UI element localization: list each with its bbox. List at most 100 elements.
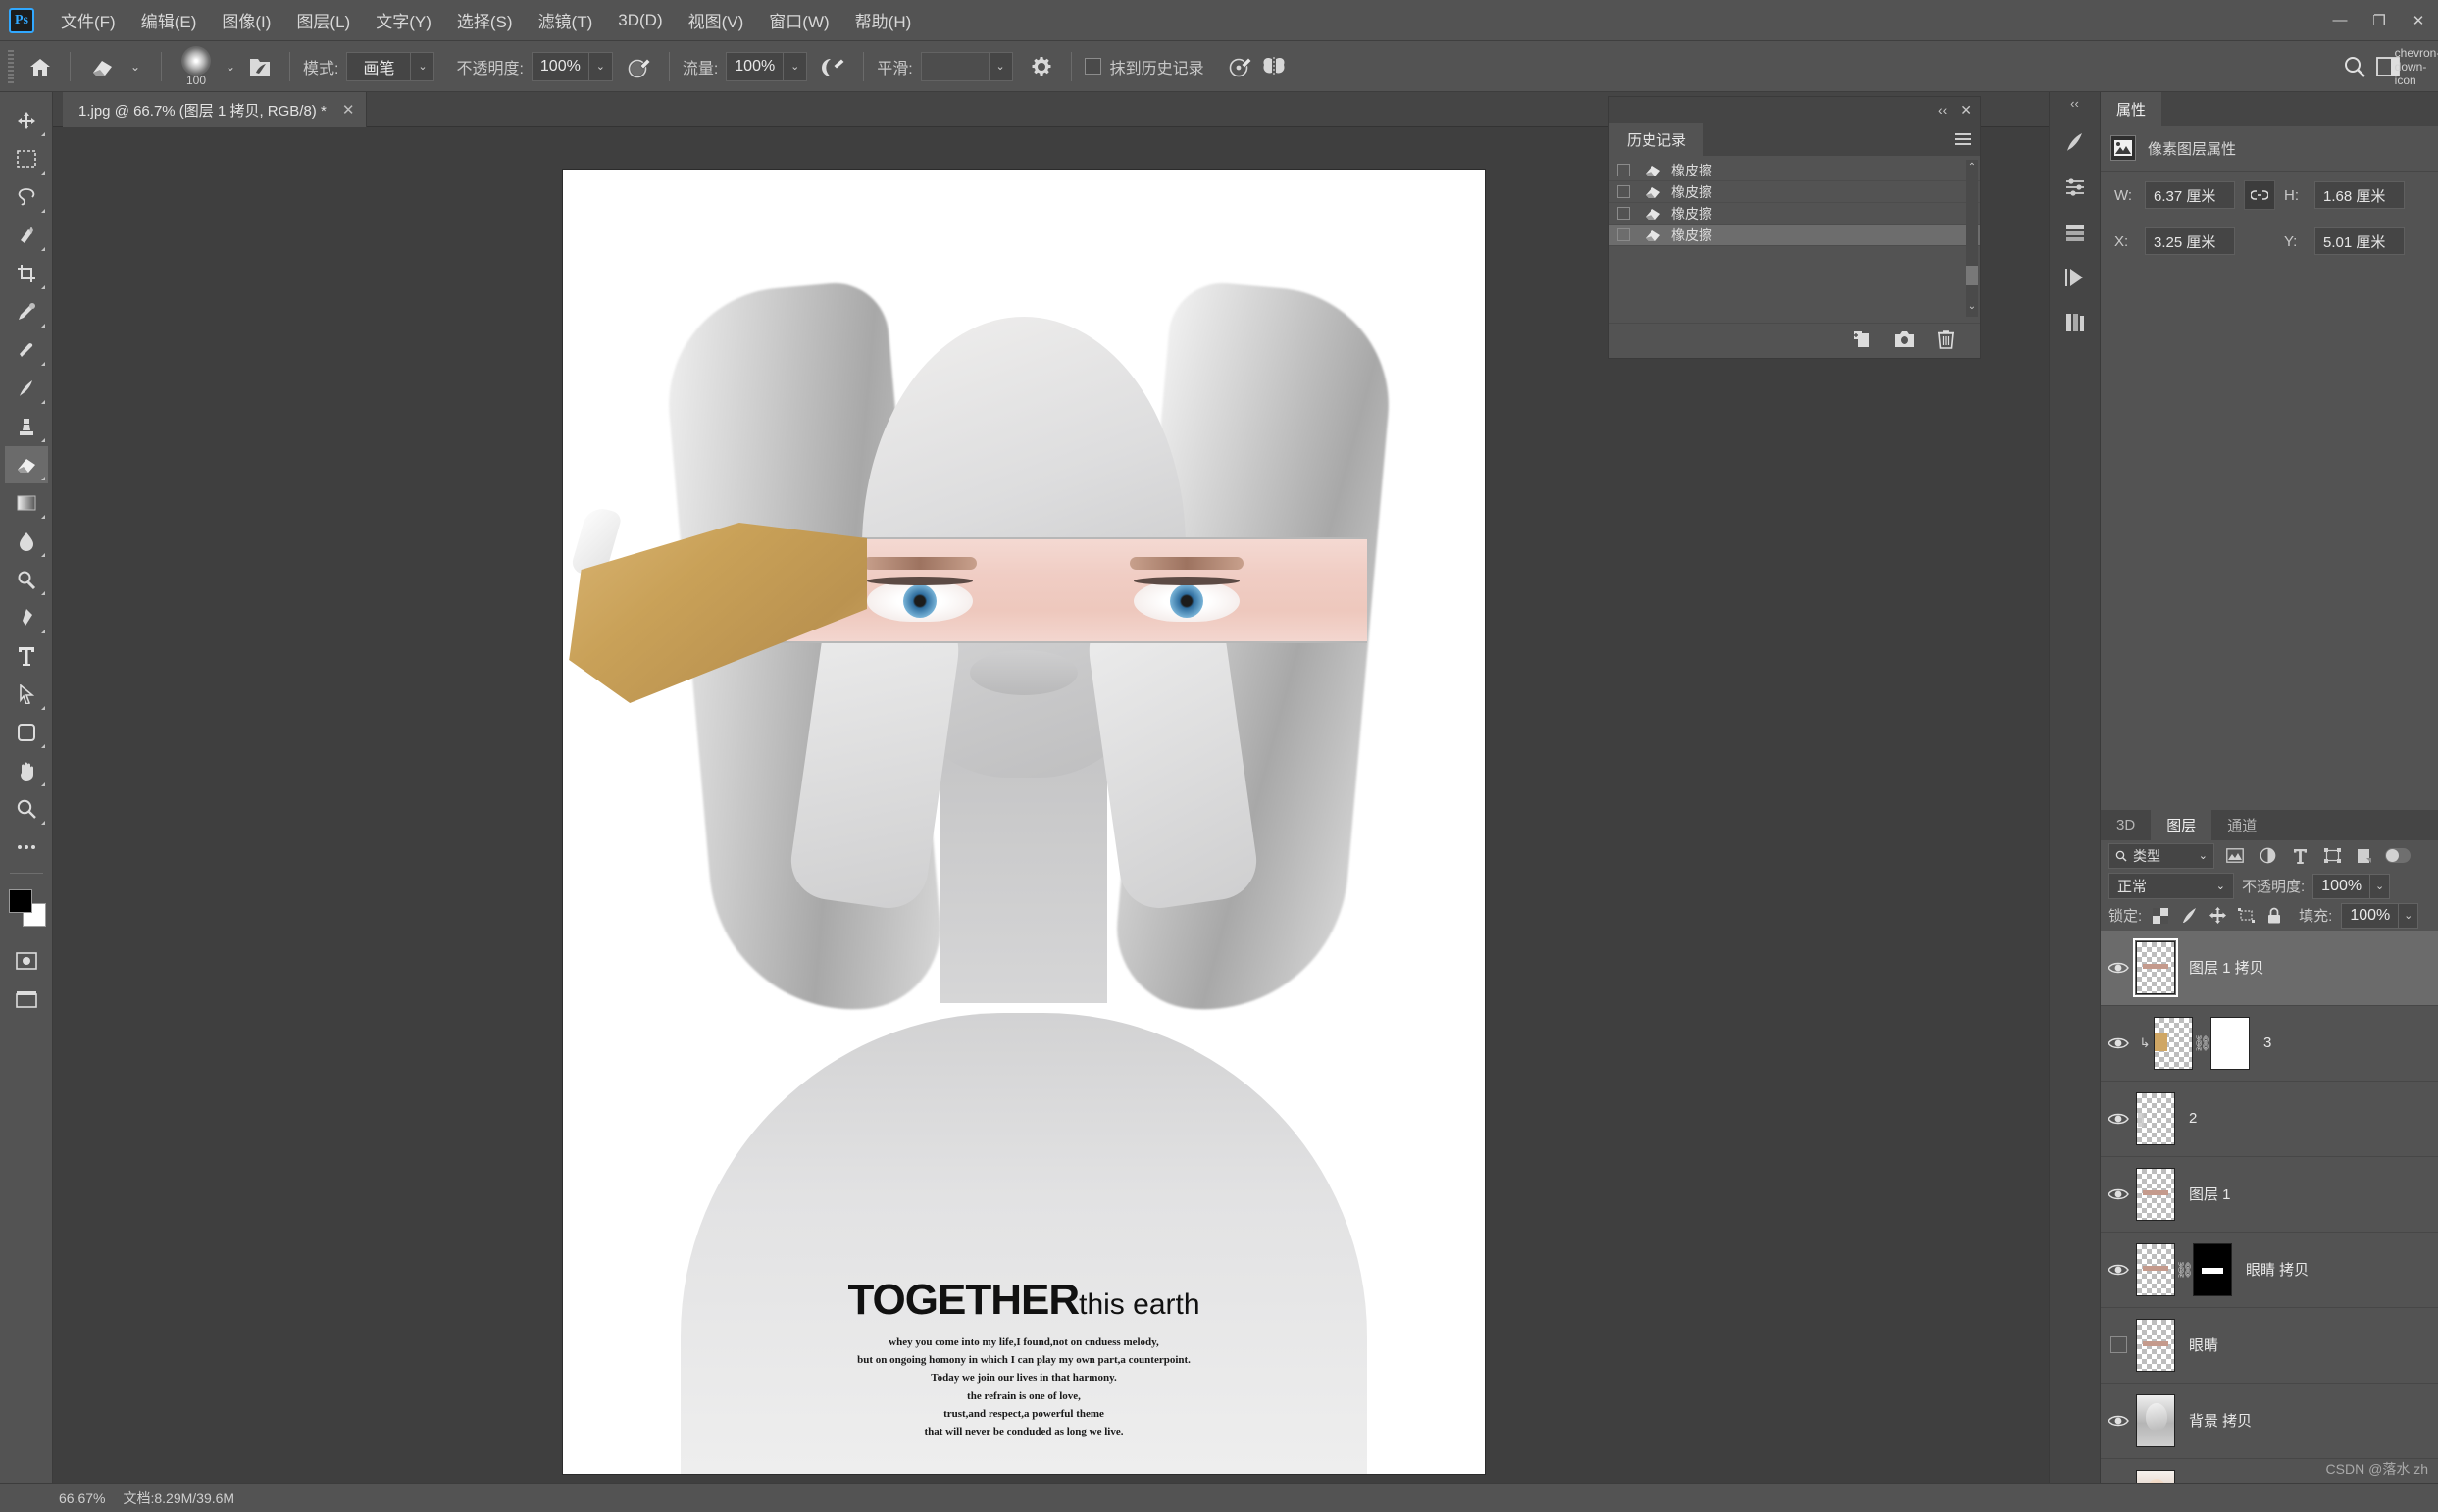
menu-file[interactable]: 文件(F) <box>48 4 128 36</box>
collapse-icon[interactable]: ‹‹ <box>1938 102 1947 118</box>
symmetry-butterfly-icon[interactable] <box>1257 50 1291 83</box>
smart-object-filter-icon[interactable] <box>2353 844 2376 868</box>
brush-settings-panel-icon[interactable] <box>243 50 277 83</box>
flow-input[interactable]: 100% ⌄ <box>726 52 807 81</box>
adjustments-icon[interactable] <box>2056 168 2095 207</box>
quick-select-tool[interactable] <box>5 217 48 254</box>
layer-row[interactable]: 图层 1 拷贝 <box>2101 931 2438 1006</box>
lock-artboard-icon[interactable] <box>2236 906 2256 926</box>
scroll-up-icon[interactable]: ⌃ <box>1966 162 1978 173</box>
layer-name[interactable]: 图层 1 <box>2189 1184 2231 1204</box>
lasso-tool[interactable] <box>5 178 48 216</box>
filter-type-select[interactable]: 类型 ⌄ <box>2108 843 2214 869</box>
layer-visibility-toggle[interactable] <box>2101 1336 2136 1353</box>
menu-image[interactable]: 图像(I) <box>209 4 283 36</box>
mode-chevron-down-icon[interactable]: ⌄ <box>411 52 434 81</box>
layer-mask-thumbnail[interactable] <box>2193 1243 2232 1296</box>
eraser-preset-chevron-down-icon[interactable]: ⌄ <box>123 52 148 81</box>
artboard[interactable]: TOGETHERthis earth whey you come into my… <box>563 170 1485 1474</box>
restore-button[interactable]: ❐ <box>2360 4 2399 37</box>
screen-mode-icon[interactable] <box>5 981 48 1018</box>
history-snapshot-checkbox[interactable] <box>1617 207 1630 220</box>
menu-window[interactable]: 窗口(W) <box>756 4 841 36</box>
lock-position-icon[interactable] <box>2208 906 2227 926</box>
options-bar-grip[interactable] <box>6 50 16 83</box>
history-snapshot-checkbox[interactable] <box>1617 228 1630 241</box>
history-row[interactable]: 橡皮擦 <box>1609 181 1980 203</box>
clone-stamp-tool[interactable] <box>5 408 48 445</box>
menu-view[interactable]: 视图(V) <box>676 4 757 36</box>
opacity-input[interactable]: 100% ⌄ <box>532 52 613 81</box>
crop-tool[interactable] <box>5 255 48 292</box>
marquee-tool[interactable] <box>5 140 48 177</box>
layer-opacity-value[interactable]: 100% <box>2312 874 2370 899</box>
layer-row[interactable]: 眼睛 <box>2101 1308 2438 1384</box>
layer-thumbnail[interactable] <box>2136 1319 2175 1372</box>
type-tool[interactable] <box>5 637 48 675</box>
double-chevron-icon[interactable]: ‹‹ <box>2070 96 2079 111</box>
layer-thumbnail[interactable] <box>2136 941 2175 994</box>
height-input[interactable]: 1.68 厘米 <box>2314 181 2405 209</box>
smoothing-value[interactable] <box>921 52 990 81</box>
scroll-down-icon[interactable]: ⌄ <box>1966 301 1978 312</box>
tablet-pressure-size-icon[interactable] <box>1224 50 1257 83</box>
brush-preview[interactable]: 100 <box>175 46 218 87</box>
erase-to-history-box[interactable] <box>1085 58 1101 75</box>
tab-history[interactable]: 历史记录 <box>1609 123 1703 156</box>
history-row[interactable]: 橡皮擦 <box>1609 160 1980 181</box>
brush-tool[interactable] <box>5 370 48 407</box>
menu-select[interactable]: 选择(S) <box>444 4 526 36</box>
layer-opacity-input[interactable]: 100% ⌄ <box>2312 874 2390 899</box>
chevron-down-icon[interactable]: ⌄ <box>2216 880 2225 892</box>
history-row[interactable]: 橡皮擦 <box>1609 203 1980 225</box>
history-snapshot-checkbox[interactable] <box>1617 164 1630 176</box>
chevron-down-icon[interactable]: ⌄ <box>2370 874 2390 899</box>
zoom-tool[interactable] <box>5 790 48 828</box>
lock-all-icon[interactable] <box>2264 906 2284 926</box>
lock-image-icon[interactable] <box>2179 906 2199 926</box>
gear-icon[interactable] <box>1025 50 1058 83</box>
more-tools-icon[interactable] <box>5 829 48 866</box>
layer-visibility-toggle[interactable] <box>2101 1414 2136 1428</box>
tab-layers[interactable]: 图层 <box>2151 810 2211 840</box>
close-button[interactable]: ✕ <box>2399 4 2438 37</box>
new-snapshot-icon[interactable] <box>1894 330 1915 348</box>
layer-thumbnail[interactable] <box>2136 1092 2175 1145</box>
brush-preset-chevron-down-icon[interactable]: ⌄ <box>218 52 243 81</box>
y-input[interactable]: 5.01 厘米 <box>2314 227 2405 255</box>
layer-name[interactable]: 眼睛 拷贝 <box>2246 1259 2309 1280</box>
smoothing-input[interactable]: ⌄ <box>921 52 1013 81</box>
search-icon[interactable] <box>2338 50 2371 83</box>
tab-channels[interactable]: 通道 <box>2211 810 2272 840</box>
mask-link-icon[interactable]: ⛓ <box>2175 1261 2193 1279</box>
history-panel-titlebar[interactable]: ‹‹ ✕ <box>1609 97 1980 123</box>
opacity-value[interactable]: 100% <box>532 52 589 81</box>
type-filter-icon[interactable] <box>2288 844 2311 868</box>
eyedropper-tool[interactable] <box>5 293 48 330</box>
layer-name[interactable]: 图层 1 拷贝 <box>2189 957 2264 978</box>
brushes-icon[interactable] <box>2056 123 2095 162</box>
eraser-tool[interactable] <box>5 446 48 483</box>
gradient-tool[interactable] <box>5 484 48 522</box>
layer-row[interactable]: ⛓ 眼睛 拷贝 <box>2101 1233 2438 1308</box>
history-snapshot-checkbox[interactable] <box>1617 185 1630 198</box>
history-scrollbar-track[interactable] <box>1966 160 1978 317</box>
fill-input[interactable]: 100% ⌄ <box>2341 903 2418 929</box>
move-tool[interactable] <box>5 102 48 139</box>
layer-name[interactable]: 3 <box>2263 1034 2271 1051</box>
hand-tool[interactable] <box>5 752 48 789</box>
layer-visibility-toggle[interactable] <box>2101 1036 2136 1050</box>
history-list[interactable]: 橡皮擦 橡皮擦 橡皮擦 橡皮擦 <box>1609 156 1980 323</box>
chevron-down-icon[interactable]: ⌄ <box>2399 903 2418 929</box>
flow-chevron-down-icon[interactable]: ⌄ <box>784 52 807 81</box>
tab-3d[interactable]: 3D <box>2101 810 2151 840</box>
document-info[interactable]: 文档:8.29M/39.6M <box>123 1488 234 1508</box>
layer-visibility-toggle[interactable] <box>2101 1263 2136 1277</box>
layer-list[interactable]: 图层 1 拷贝 ↳ ⛓ 3 2 <box>2101 931 2438 1483</box>
blur-tool[interactable] <box>5 523 48 560</box>
history-scrollbar-thumb[interactable] <box>1966 266 1978 285</box>
menu-layer[interactable]: 图层(L) <box>283 4 363 36</box>
layer-name[interactable]: 2 <box>2189 1110 2197 1127</box>
mode-select[interactable]: 画笔 ⌄ <box>346 52 434 81</box>
fill-value[interactable]: 100% <box>2341 903 2399 929</box>
